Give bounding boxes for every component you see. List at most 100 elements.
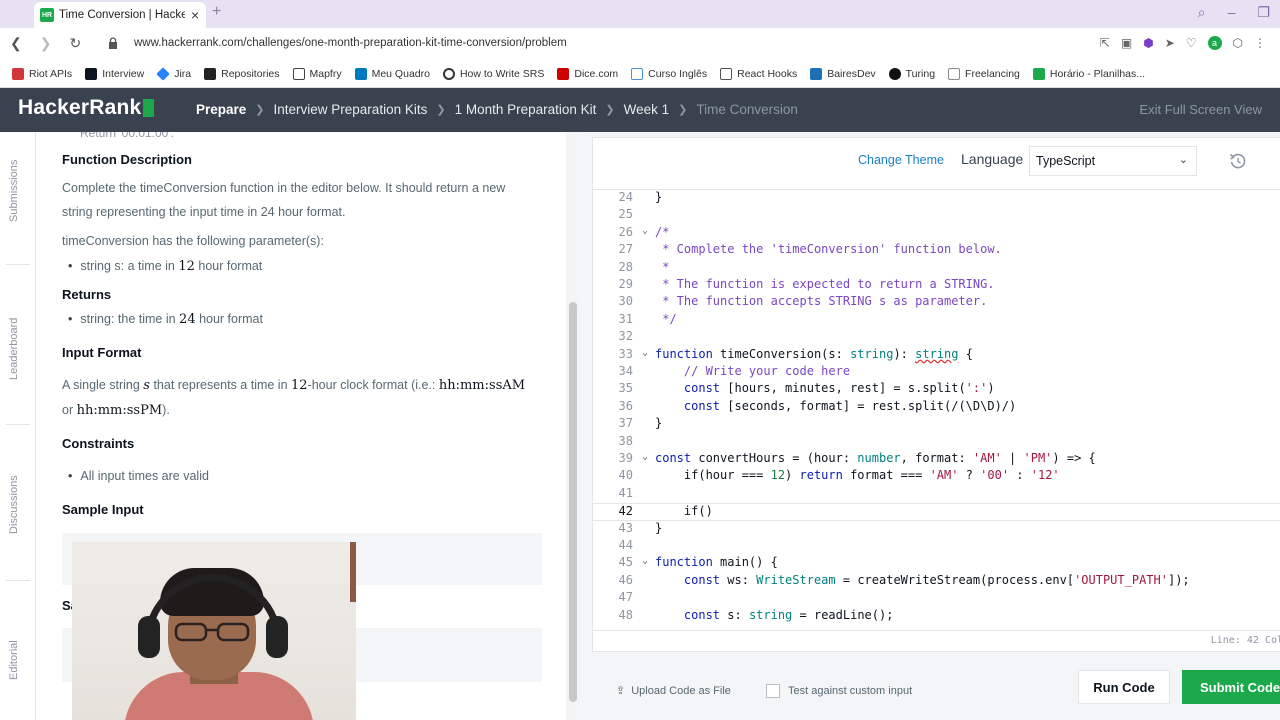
bookmark-riot-apis[interactable]: Riot APIs (12, 67, 72, 80)
rail-divider (6, 424, 30, 425)
bookmark-icon (156, 66, 170, 81)
heart-icon[interactable]: ♡ (1186, 36, 1197, 50)
bookmark-icon (85, 67, 98, 80)
shield-icon[interactable]: ⬢ (1143, 36, 1153, 50)
nav-buttons: ❮ ❯ ↻ (10, 35, 81, 52)
bookmark-icon (1032, 67, 1045, 80)
bookmark-horario[interactable]: Horário - Planilhas... (1032, 67, 1145, 80)
params-intro: timeConversion has the following paramet… (62, 234, 324, 248)
reload-icon[interactable]: ↻ (69, 35, 81, 52)
rail-editorial[interactable]: Editorial (8, 640, 20, 680)
fold-chevron-icon[interactable]: ⌄ (642, 451, 648, 462)
code-line: 26 ⌄/* (618, 224, 670, 239)
language-select[interactable]: TypeScript ⌄ (1029, 146, 1197, 176)
hackerrank-logo[interactable]: HackerRank (18, 96, 155, 120)
breadcrumb-interview-kits[interactable]: Interview Preparation Kits (274, 102, 428, 117)
new-tab-icon[interactable]: + (212, 3, 221, 21)
window-controls: ⌕ – ❐ (1198, 4, 1270, 21)
code-line: 38 (618, 433, 633, 448)
code-line: 39 ⌄ const convertHours = (hour: number, f… (618, 451, 1096, 465)
code-line: 24} (618, 190, 663, 204)
upload-code-button[interactable]: ⇪ Upload Code as File (616, 684, 731, 698)
code-line: 41 (618, 485, 633, 500)
bookmark-icon (720, 67, 733, 80)
bookmark-repositories[interactable]: Repositories (204, 67, 280, 80)
param-item: string s: a time in 12 hour format (68, 259, 262, 274)
code-line: 32 (618, 329, 633, 344)
address-bar: ❮ ❯ ↻ www.hackerrank.com/challenges/one-… (0, 28, 1280, 60)
forward-icon[interactable]: ❯ (40, 35, 52, 52)
bookmark-icon (631, 67, 644, 80)
code-line: 27 * Complete the 'timeConversion' funct… (618, 242, 1002, 257)
url-field[interactable]: www.hackerrank.com/challenges/one-month-… (134, 37, 567, 49)
bookmark-curso-ingles[interactable]: Curso Inglês (631, 67, 707, 80)
menu-icon[interactable]: ⋮ (1254, 36, 1266, 50)
bookmark-icon (292, 67, 305, 80)
rail-discussions[interactable]: Discussions (8, 475, 20, 534)
chevron-right-icon: ❯ (436, 104, 446, 116)
headset-earcup-right (266, 616, 288, 658)
back-icon[interactable]: ❮ (10, 35, 22, 52)
search-icon[interactable]: ⌕ (1198, 4, 1206, 21)
rail-leaderboard[interactable]: Leaderboard (8, 318, 20, 380)
share-icon[interactable]: ⇱ (1100, 36, 1110, 50)
site-header: HackerRank Prepare ❯ Interview Preparati… (0, 88, 1280, 132)
constraint-item: All input times are valid (68, 469, 209, 483)
checkbox[interactable] (766, 684, 780, 698)
breadcrumb: Prepare ❯ Interview Preparation Kits ❯ 1… (196, 102, 798, 117)
fold-chevron-icon[interactable]: ⌄ (642, 225, 648, 236)
language-label: Language (961, 151, 1024, 167)
bookmark-mapfry[interactable]: Mapfry (292, 67, 342, 80)
editor-statusbar: Line: 42 Col (593, 630, 1280, 652)
function-description-heading: Function Description (62, 152, 192, 167)
bookmark-freelancing[interactable]: Freelancing (948, 67, 1020, 80)
rail-submissions[interactable]: Submissions (8, 160, 20, 222)
reset-code-icon[interactable] (1229, 152, 1247, 170)
browser-tab[interactable]: HR Time Conversion | HackerR × (34, 2, 206, 28)
code-line: 37} (618, 416, 663, 431)
bookmark-icon (354, 67, 367, 80)
camera-icon[interactable]: ▣ (1121, 36, 1132, 50)
side-rail: Submissions Leaderboard Discussions Edit… (0, 132, 36, 720)
minimize-icon[interactable]: – (1228, 4, 1236, 21)
code-line: 34 // Write your code here (618, 364, 851, 378)
send-icon[interactable]: ➤ (1165, 36, 1175, 50)
bookmark-bairesdev[interactable]: BairesDev (810, 67, 876, 80)
breadcrumb-week[interactable]: Week 1 (624, 102, 670, 117)
fold-chevron-icon[interactable]: ⌄ (642, 347, 648, 358)
custom-input-checkbox[interactable]: Test against custom input (766, 684, 912, 698)
code-line: 40 if(hour === 12) return format === 'AM… (618, 468, 1060, 483)
run-code-button[interactable]: Run Code (1078, 670, 1170, 704)
function-description-line1: Complete the timeConversion function in … (62, 181, 506, 195)
constraints-heading: Constraints (62, 436, 135, 451)
cube-icon[interactable]: ⬡ (1233, 36, 1243, 50)
rail-divider (6, 580, 30, 581)
code-editor-panel: Change Theme Language TypeScript ⌄ 24} 2… (592, 137, 1280, 652)
code-line: 48 const s: string = readLine(); (618, 607, 894, 622)
bookmark-react-hooks[interactable]: React Hooks (720, 67, 797, 80)
fold-chevron-icon[interactable]: ⌄ (642, 555, 648, 566)
code-line: 33 ⌄ function timeConversion(s: string): s… (618, 346, 973, 361)
bookmark-interview[interactable]: Interview (85, 67, 144, 80)
bookmark-dice[interactable]: Dice.com (557, 67, 618, 80)
bookmarks-bar: Riot APIs Interview Jira Repositories Ma… (0, 60, 1280, 88)
code-editor[interactable]: 24} 25 26 ⌄/* 27 * Complete the 'timeConv… (593, 190, 1280, 630)
submit-code-button[interactable]: Submit Code (1182, 670, 1280, 704)
exit-fullscreen-link[interactable]: Exit Full Screen View (1139, 102, 1262, 117)
scrollbar-thumb[interactable] (569, 302, 577, 702)
bookmark-meu-quadro[interactable]: Meu Quadro (354, 67, 430, 80)
bookmark-icon (948, 67, 961, 80)
bookmark-jira[interactable]: Jira (156, 66, 191, 81)
breadcrumb-prepare[interactable]: Prepare (196, 102, 246, 117)
extension-a-icon[interactable]: a (1207, 36, 1222, 50)
breadcrumb-kit[interactable]: 1 Month Preparation Kit (455, 102, 597, 117)
close-tab-icon[interactable]: × (191, 7, 199, 23)
bookmark-srs[interactable]: How to Write SRS (442, 67, 544, 80)
change-theme-link[interactable]: Change Theme (858, 153, 944, 167)
bookmark-turing[interactable]: Turing (888, 67, 935, 80)
code-line: 36 const [seconds, format] = rest.split(… (618, 398, 1017, 413)
bookmark-icon (204, 67, 217, 80)
restore-icon[interactable]: ❐ (1257, 4, 1270, 21)
headset-earcup-left (138, 616, 160, 658)
problem-scrollbar[interactable] (566, 132, 580, 720)
